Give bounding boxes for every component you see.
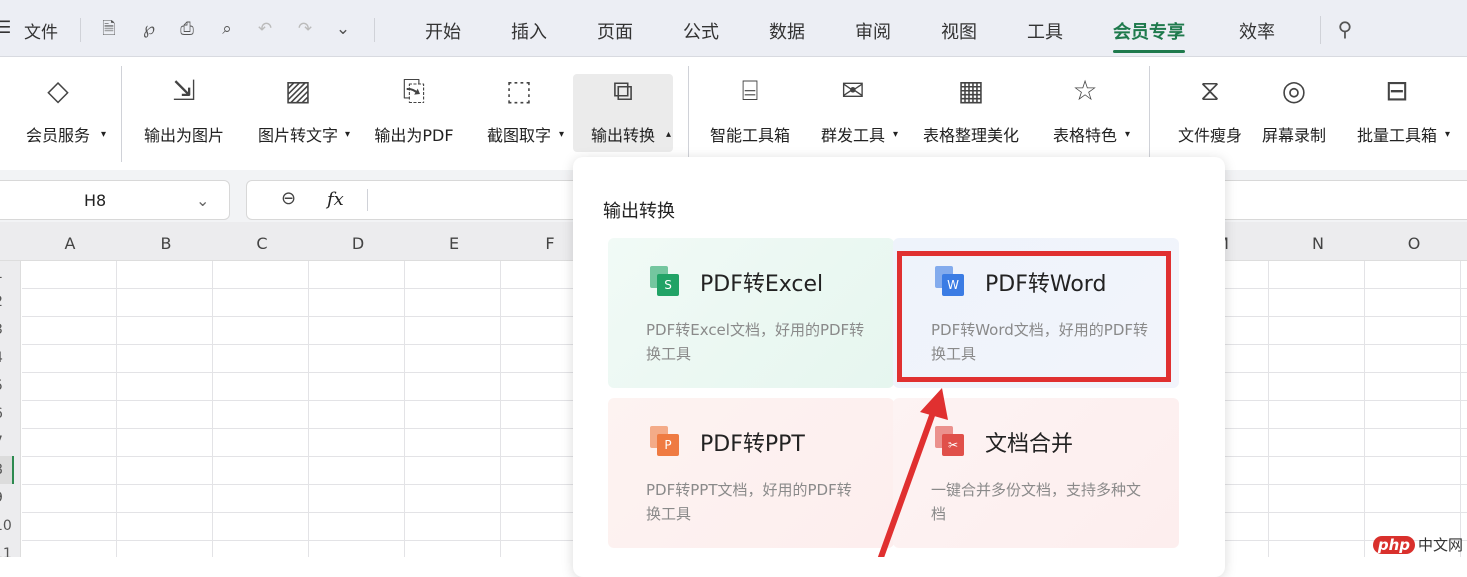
watermark-text: 中文网 bbox=[1417, 536, 1463, 554]
watermark-badge: php bbox=[1372, 536, 1415, 554]
red-arrow-annotation bbox=[877, 388, 948, 557]
watermark: php 中文网 bbox=[1372, 534, 1463, 555]
